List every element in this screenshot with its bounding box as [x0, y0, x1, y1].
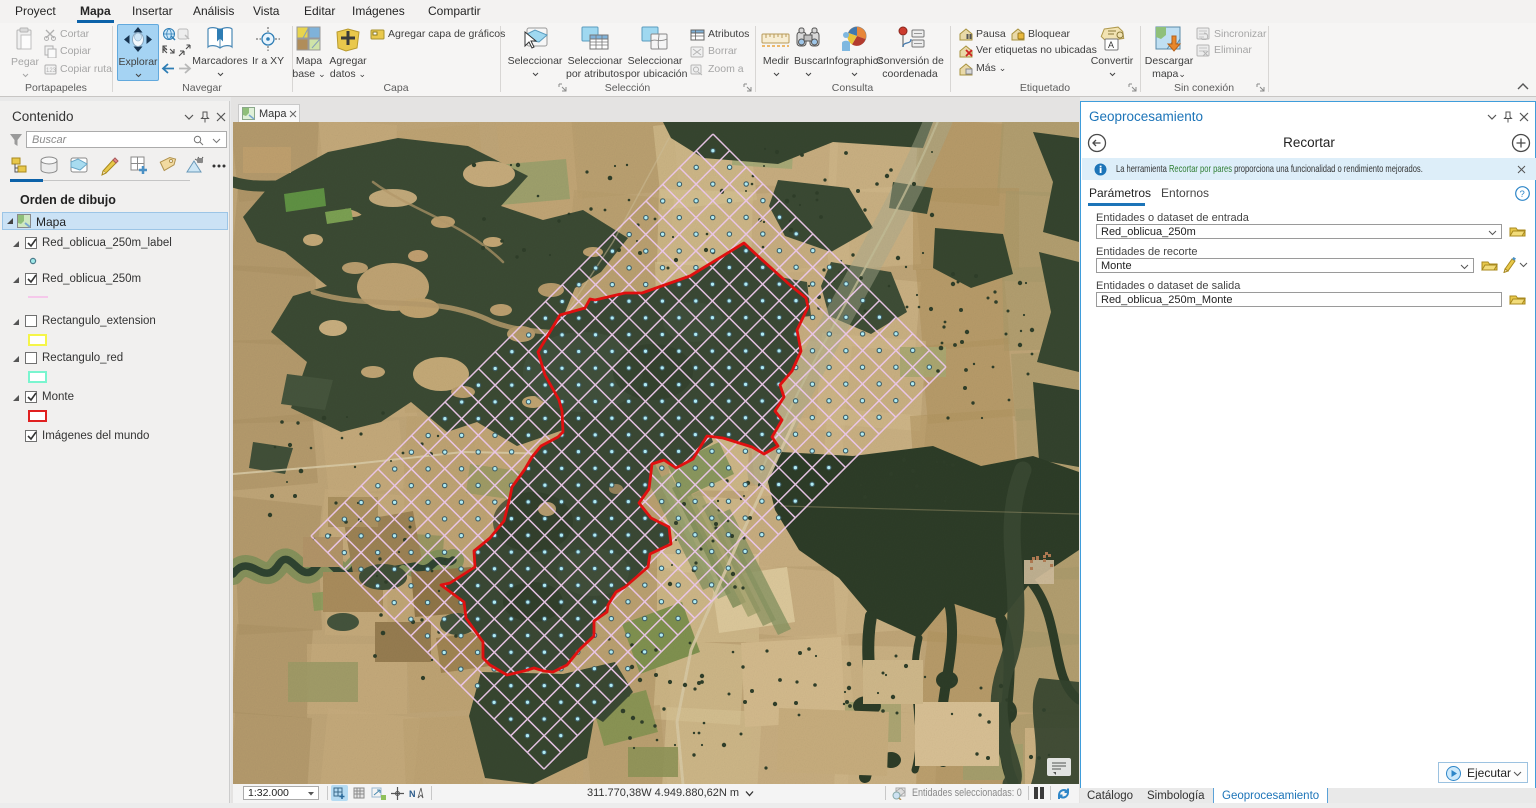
svg-text:A: A [1108, 40, 1114, 50]
svg-text:N: N [409, 789, 416, 799]
svg-text:?: ? [1520, 189, 1525, 200]
svg-text:123: 123 [46, 68, 57, 74]
